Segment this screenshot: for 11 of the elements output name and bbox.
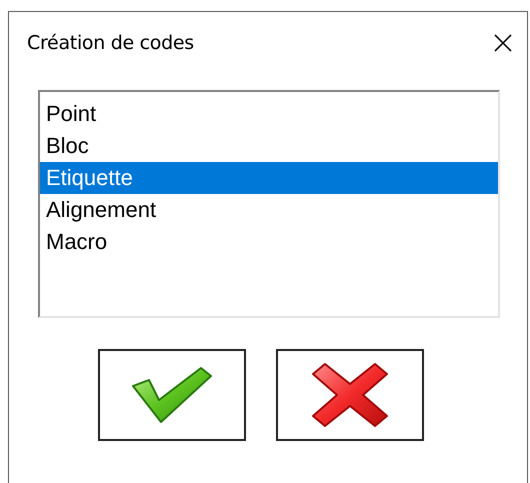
- cross-icon: [311, 362, 389, 428]
- check-icon: [131, 366, 213, 424]
- list-item[interactable]: Macro: [40, 226, 498, 258]
- cancel-button[interactable]: [276, 349, 424, 441]
- list-item[interactable]: Alignement: [40, 194, 498, 226]
- list-item[interactable]: Bloc: [40, 130, 498, 162]
- close-icon[interactable]: [493, 33, 513, 53]
- list-item[interactable]: Point: [40, 98, 498, 130]
- window-title: Création de codes: [27, 32, 194, 54]
- ok-button[interactable]: [98, 349, 246, 441]
- list-item[interactable]: Etiquette: [40, 162, 498, 194]
